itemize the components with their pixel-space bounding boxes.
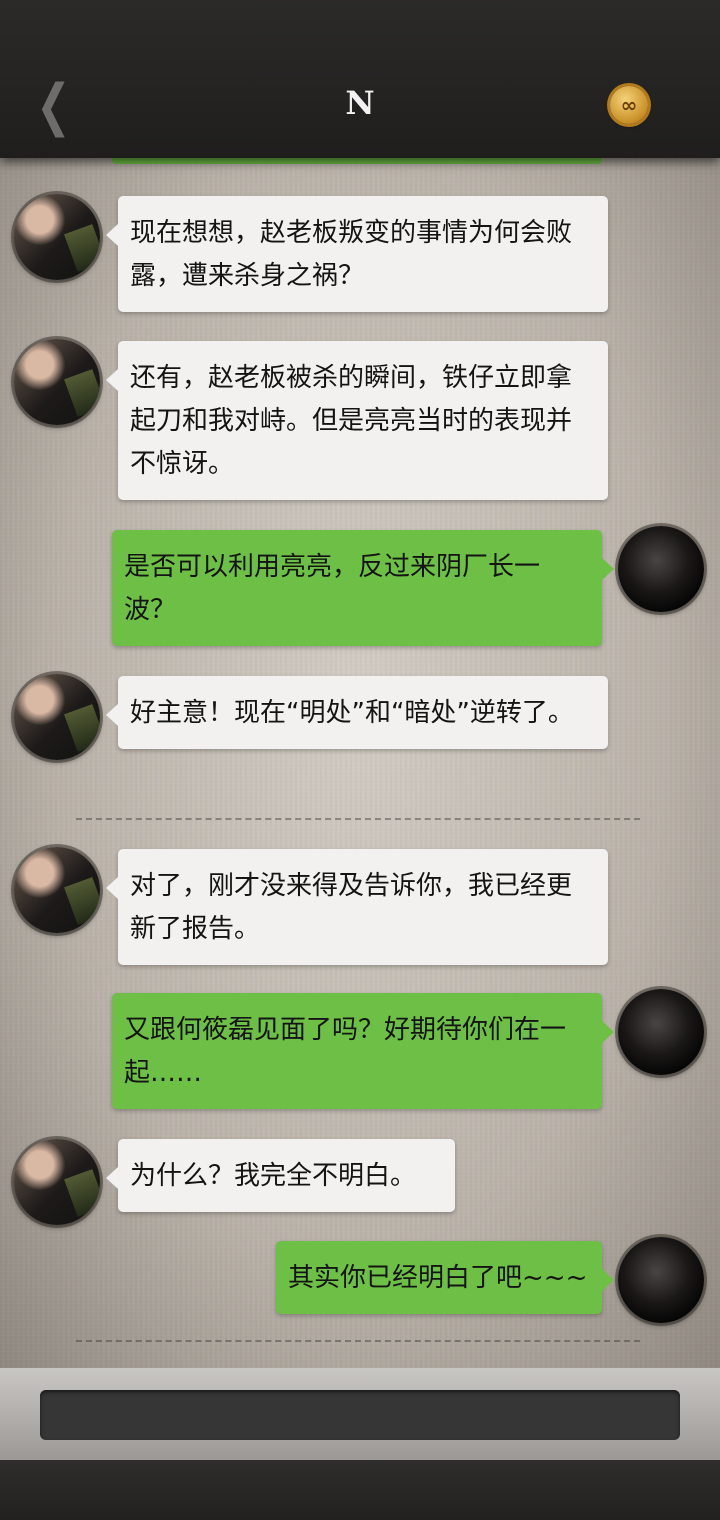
- ai-message-bubble: 为什么？我完全不明白。: [106, 1139, 455, 1212]
- infinity-icon: ∞: [620, 93, 638, 117]
- coin-badge-icon[interactable]: ∞: [610, 86, 648, 124]
- message-input[interactable]: [40, 1390, 680, 1440]
- section-divider: [76, 818, 640, 820]
- chat-area[interactable]: 现在想想，赵老板叛变的事情为何会败露，遭来杀身之祸？ 还有，赵老板被杀的瞬间，铁…: [0, 158, 720, 1368]
- user-message-bubble: 其实你已经明白了吧~~~: [276, 1241, 614, 1314]
- ai-message-bubble: 现在想想，赵老板叛变的事情为何会败露，遭来杀身之祸？: [106, 196, 608, 312]
- user-avatar[interactable]: [618, 526, 704, 612]
- ai-message-bubble: 对了，刚才没来得及告诉你，我已经更新了报告。: [106, 849, 608, 965]
- user-avatar[interactable]: [618, 1237, 704, 1323]
- bottom-bar: [0, 1460, 720, 1520]
- ai-avatar[interactable]: [14, 194, 100, 280]
- previous-message-edge: [112, 158, 602, 164]
- ai-message-bubble: 好主意！现在“明处”和“暗处”逆转了。: [106, 676, 608, 749]
- ai-avatar[interactable]: [14, 1139, 100, 1225]
- header: ❮ N ∞: [0, 0, 720, 158]
- user-message-bubble: 又跟何筱磊见面了吗？好期待你们在一起……: [112, 993, 614, 1109]
- input-bar: [0, 1368, 720, 1460]
- user-message-bubble: 是否可以利用亮亮，反过来阴厂长一波？: [112, 530, 614, 646]
- ai-avatar[interactable]: [14, 674, 100, 760]
- ai-avatar[interactable]: [14, 339, 100, 425]
- ai-message-bubble: 还有，赵老板被杀的瞬间，铁仔立即拿起刀和我对峙。但是亮亮当时的表现并不惊讶。: [106, 341, 608, 500]
- user-avatar[interactable]: [618, 989, 704, 1075]
- ai-avatar[interactable]: [14, 847, 100, 933]
- section-divider: [76, 1340, 640, 1342]
